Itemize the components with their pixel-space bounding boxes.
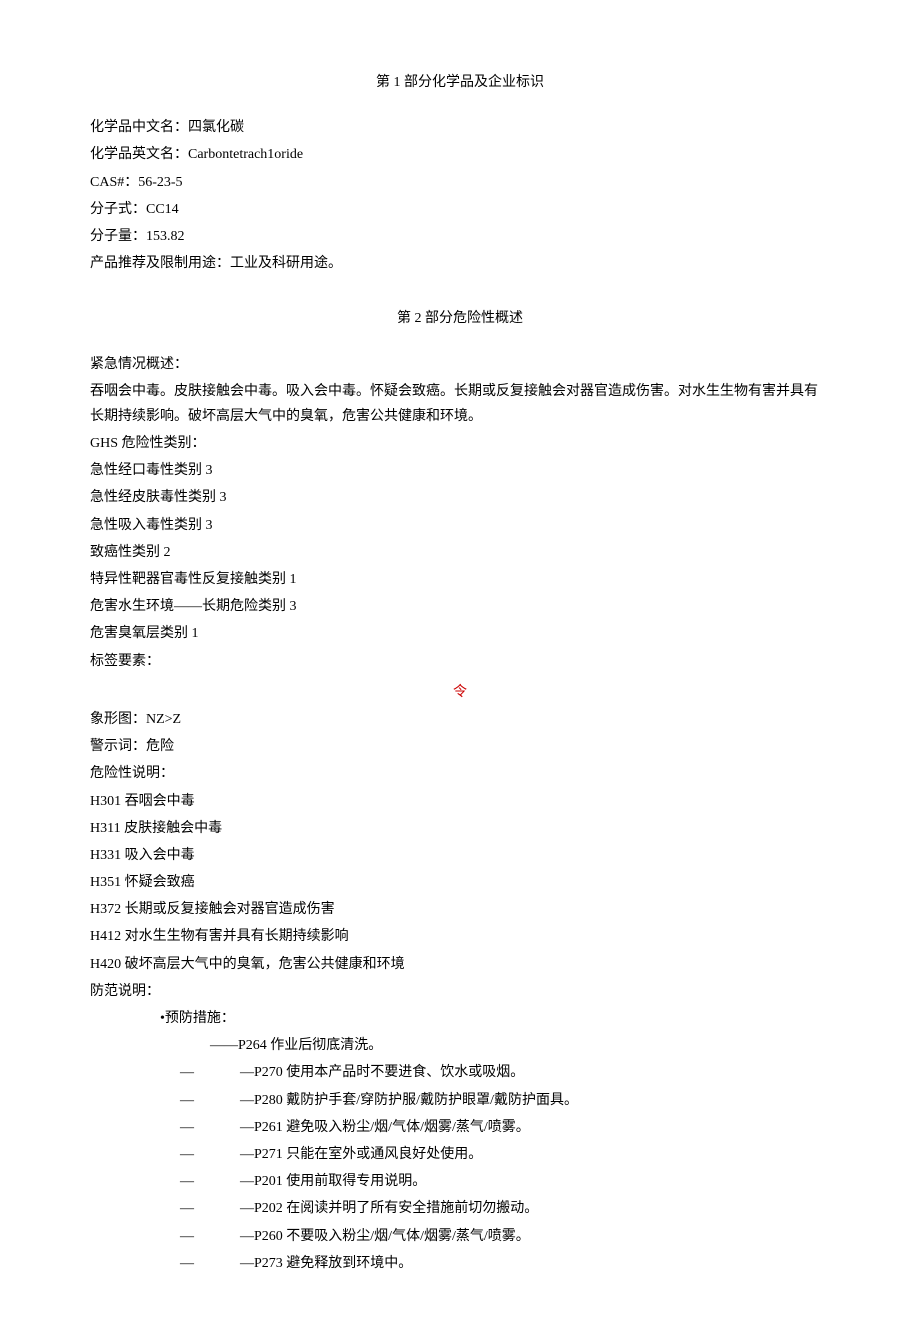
ghs-category: 危害臭氧层类别 1 <box>90 621 830 646</box>
precaution-item: ——P264 作业后彻底清洗。 <box>90 1033 830 1058</box>
signal-row: 警示词：危险 <box>90 734 830 759</box>
ghs-label: GHS 危险性类别： <box>90 431 830 456</box>
dash-icon: — <box>180 1169 240 1194</box>
ghs-category: 急性经皮肤毒性类别 3 <box>90 485 830 510</box>
precaution-item: — —P261 避免吸入粉尘/烟/气体/烟雾/蒸气/喷雾。 <box>90 1115 830 1140</box>
precaution-item: — —P273 避免释放到环境中。 <box>90 1251 830 1276</box>
precaution-sub: •预防措施： <box>90 1006 830 1031</box>
precaution-item: — —P271 只能在室外或通风良好处使用。 <box>90 1142 830 1167</box>
dash-icon: — <box>180 1060 240 1085</box>
english-name-label: 化学品英文名： <box>90 147 188 162</box>
precaution-text: —P201 使用前取得专用说明。 <box>240 1169 830 1194</box>
use-value: 工业及科研用途。 <box>230 256 342 271</box>
hazard-statement: H351 怀疑会致癌 <box>90 870 830 895</box>
pictogram-label: 象形图： <box>90 712 146 727</box>
dash-icon: — <box>180 1251 240 1276</box>
hazard-statement: H301 吞咽会中毒 <box>90 789 830 814</box>
precaution-text: —P271 只能在室外或通风良好处使用。 <box>240 1142 830 1167</box>
chinese-name-label: 化学品中文名： <box>90 120 188 135</box>
precaution-item: — —P270 使用本产品时不要进食、饮水或吸烟。 <box>90 1060 830 1085</box>
dash-icon: — <box>180 1196 240 1221</box>
formula-value: CC14 <box>146 202 179 217</box>
precaution-item: — —P202 在阅读并明了所有安全措施前切勿搬动。 <box>90 1196 830 1221</box>
precaution-text: —P270 使用本产品时不要进食、饮水或吸烟。 <box>240 1060 830 1085</box>
cas-label: CAS#： <box>90 175 138 190</box>
precaution-item: — —P280 戴防护手套/穿防护服/戴防护眼罩/戴防护面具。 <box>90 1088 830 1113</box>
english-name-value: Carbontetrach1oride <box>188 147 303 162</box>
formula-label: 分子式： <box>90 202 146 217</box>
cas-value: 56-23-5 <box>138 175 182 190</box>
label-elements: 标签要素： <box>90 649 830 674</box>
ghs-category: 急性吸入毒性类别 3 <box>90 513 830 538</box>
mw-row: 分子量：153.82 <box>90 224 830 249</box>
dash-icon: — <box>180 1115 240 1140</box>
use-label: 产品推荐及限制用途： <box>90 256 230 271</box>
precaution-text: —P202 在阅读并明了所有安全措施前切勿搬动。 <box>240 1196 830 1221</box>
hazard-statement: H331 吸入会中毒 <box>90 843 830 868</box>
cas-row: CAS#：56-23-5 <box>90 170 830 195</box>
chinese-name-value: 四氯化碳 <box>188 120 244 135</box>
emergency-text: 吞咽会中毒。皮肤接触会中毒。吸入会中毒。怀疑会致癌。长期或反复接触会对器官造成伤… <box>90 379 830 429</box>
mw-value: 153.82 <box>146 229 185 244</box>
hazard-statement: H420 破坏高层大气中的臭氧，危害公共健康和环境 <box>90 952 830 977</box>
ghs-category: 特异性靶器官毒性反复接触类别 1 <box>90 567 830 592</box>
pictogram-row: 象形图：NZ>Z <box>90 707 830 732</box>
ghs-category: 致癌性类别 2 <box>90 540 830 565</box>
precaution-text: —P273 避免释放到环境中。 <box>240 1251 830 1276</box>
precaution-label: 防范说明： <box>90 979 830 1004</box>
precaution-text: —P261 避免吸入粉尘/烟/气体/烟雾/蒸气/喷雾。 <box>240 1115 830 1140</box>
hazard-statement: H412 对水生生物有害并具有长期持续影响 <box>90 924 830 949</box>
precaution-item: — —P201 使用前取得专用说明。 <box>90 1169 830 1194</box>
dash-icon: — <box>180 1088 240 1113</box>
precaution-text: —P280 戴防护手套/穿防护服/戴防护眼罩/戴防护面具。 <box>240 1088 830 1113</box>
dash-icon: — <box>180 1142 240 1167</box>
signal-label: 警示词： <box>90 739 146 754</box>
hazard-statement: H372 长期或反复接触会对器官造成伤害 <box>90 897 830 922</box>
emergency-label: 紧急情况概述： <box>90 352 830 377</box>
symbol-red: 令 <box>90 680 830 705</box>
chinese-name-row: 化学品中文名：四氯化碳 <box>90 115 830 140</box>
formula-row: 分子式：CC14 <box>90 197 830 222</box>
section-1-title: 第 1 部分化学品及企业标识 <box>90 70 830 95</box>
hazard-statement: H311 皮肤接触会中毒 <box>90 816 830 841</box>
ghs-category: 急性经口毒性类别 3 <box>90 458 830 483</box>
section-2-title: 第 2 部分危险性概述 <box>90 306 830 331</box>
ghs-category: 危害水生环境——长期危险类别 3 <box>90 594 830 619</box>
mw-label: 分子量： <box>90 229 146 244</box>
english-name-row: 化学品英文名：Carbontetrach1oride <box>90 142 830 167</box>
use-row: 产品推荐及限制用途：工业及科研用途。 <box>90 251 830 276</box>
precaution-text: —P260 不要吸入粉尘/烟/气体/烟雾/蒸气/喷雾。 <box>240 1224 830 1249</box>
pictogram-value: NZ>Z <box>146 712 181 727</box>
dash-icon: — <box>180 1224 240 1249</box>
hazard-stmt-label: 危险性说明： <box>90 761 830 786</box>
precaution-item: — —P260 不要吸入粉尘/烟/气体/烟雾/蒸气/喷雾。 <box>90 1224 830 1249</box>
signal-value: 危险 <box>146 739 174 754</box>
